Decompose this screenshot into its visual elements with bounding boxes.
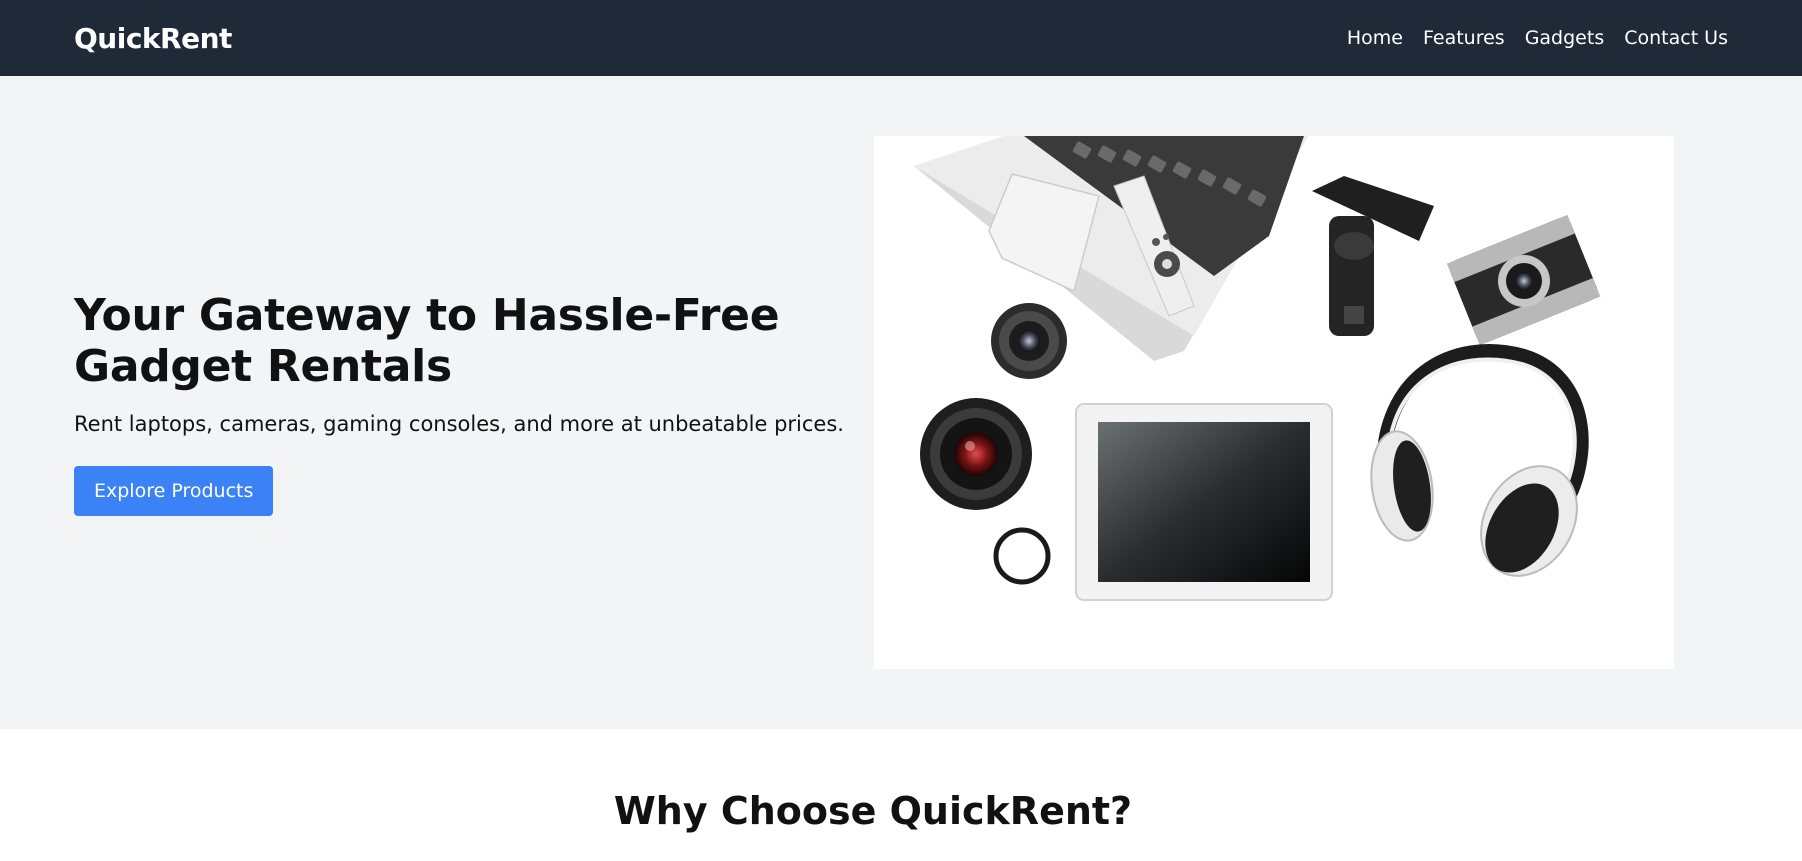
lens-small-icon: [991, 303, 1067, 379]
features-section: Why Choose QuickRent?: [0, 729, 1802, 861]
explore-products-button[interactable]: Explore Products: [74, 466, 274, 516]
nav-link-contact[interactable]: Contact Us: [1624, 27, 1728, 49]
hero-image: [874, 136, 1674, 669]
nav-link-home[interactable]: Home: [1347, 27, 1403, 49]
nav-link-features[interactable]: Features: [1423, 27, 1505, 49]
features-title: Why Choose QuickRent?: [613, 789, 1133, 833]
nav-link-gadgets[interactable]: Gadgets: [1525, 27, 1605, 49]
tablet-icon: [1075, 403, 1333, 601]
brand-logo[interactable]: QuickRent: [74, 22, 232, 55]
gadgets-illustration: [874, 136, 1674, 669]
hero-subtitle: Rent laptops, cameras, gaming consoles, …: [74, 412, 844, 436]
hero-text: Your Gateway to Hassle-Free Gadget Renta…: [74, 290, 864, 516]
hero-section: Your Gateway to Hassle-Free Gadget Renta…: [0, 76, 1802, 729]
hero-title: Your Gateway to Hassle-Free Gadget Renta…: [74, 290, 780, 392]
navbar: QuickRent Home Features Gadgets Contact …: [0, 0, 1802, 76]
lens-large-icon: [920, 398, 1032, 510]
nav-links: Home Features Gadgets Contact Us: [1347, 27, 1728, 49]
